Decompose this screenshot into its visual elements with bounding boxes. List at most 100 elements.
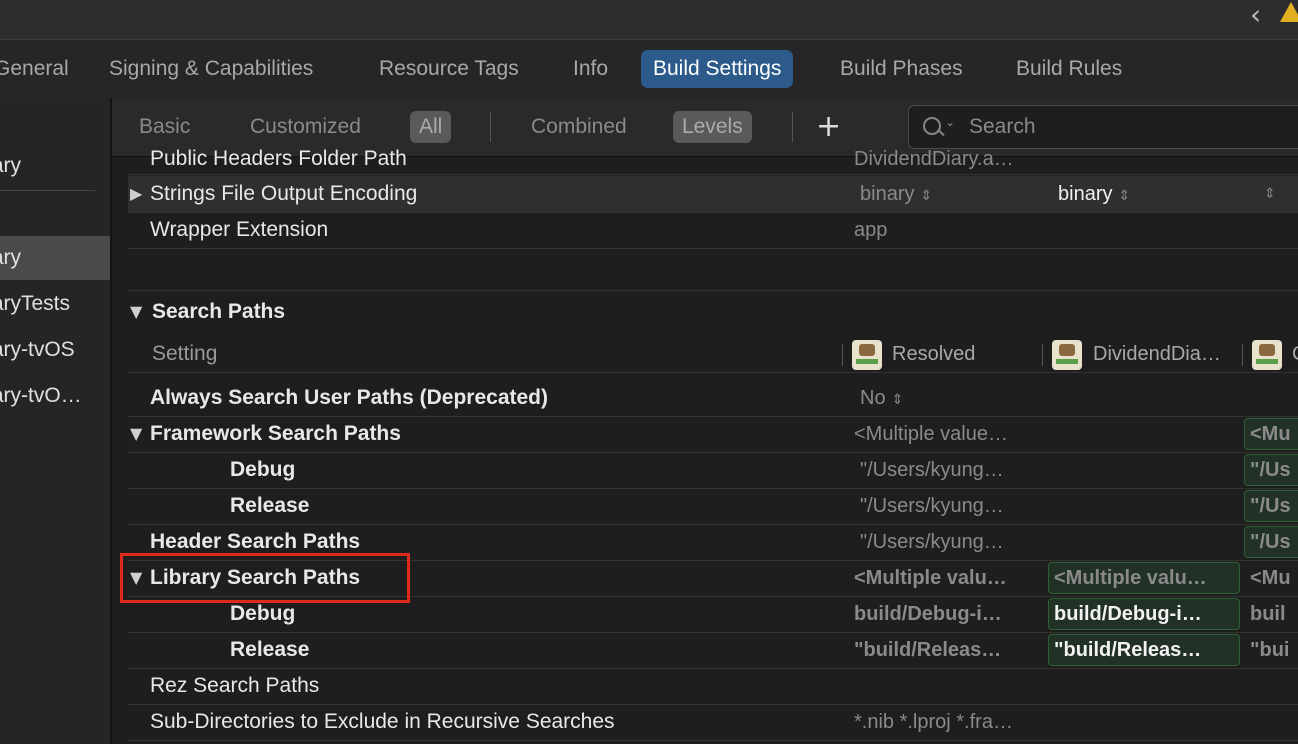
sidebar-item-label: Diary: [0, 246, 22, 269]
setting-value-resolved: <Multiple value…: [854, 423, 1008, 445]
setting-label: Release: [230, 494, 310, 517]
setting-value-project: "/Us: [1250, 531, 1291, 553]
setting-row-wrapper-extension[interactable]: Wrapper Extension app: [128, 212, 1298, 249]
target-value-box[interactable]: <Multiple valu…: [1048, 562, 1240, 594]
setting-row-subdirs-exclude[interactable]: Sub-Directories to Exclude in Recursive …: [128, 704, 1298, 741]
column-header-label: Resolved: [892, 343, 976, 365]
sidebar-item-target-app[interactable]: Diary: [0, 236, 110, 280]
toolbar: ‹: [0, 0, 1298, 40]
disclosure-triangle-down-icon[interactable]: ▼: [130, 294, 142, 330]
app-icon: [1052, 340, 1082, 370]
spacer-row: [128, 248, 1298, 291]
search-field[interactable]: ⌄: [908, 105, 1298, 149]
setting-row-always-search-user-paths[interactable]: Always Search User Paths (Deprecated) No…: [128, 380, 1298, 417]
project-value-box[interactable]: "/Us: [1244, 454, 1298, 486]
setting-row-strings-encoding[interactable]: ▶ Strings File Output Encoding binary ⇕ b…: [128, 176, 1298, 213]
setting-value-resolved: binary ⇕: [860, 176, 932, 214]
column-header-project[interactable]: C: [1252, 336, 1298, 372]
filter-combined[interactable]: Combined: [522, 111, 636, 143]
target-value-box[interactable]: build/Debug-i…: [1048, 598, 1240, 630]
filter-all[interactable]: All: [410, 111, 452, 143]
tab-build-phases[interactable]: Build Phases: [828, 50, 975, 88]
column-separator: [1042, 344, 1043, 366]
tab-build-rules[interactable]: Build Rules: [1004, 50, 1134, 88]
filter-customized[interactable]: Customized: [241, 111, 370, 143]
setting-label: Rez Search Paths: [150, 674, 320, 697]
setting-value-target: build/Debug-i…: [1054, 603, 1202, 625]
sidebar-item-label: Diary: [0, 154, 22, 177]
setting-row-library-release[interactable]: Release "build/Releas… "build/Releas… "b…: [128, 632, 1298, 669]
section-header-search-paths[interactable]: ▼ Search Paths: [128, 294, 1298, 330]
disclosure-triangle-right-icon[interactable]: ▶: [130, 176, 142, 212]
sidebar-item-target-tvos[interactable]: Diary-tvOS: [0, 328, 110, 372]
sidebar-item-label: DiaryTests: [0, 292, 71, 315]
filter-levels[interactable]: Levels: [673, 111, 752, 143]
column-header-target[interactable]: DividendDia…: [1052, 336, 1242, 372]
setting-value-project: buil: [1250, 603, 1286, 625]
filter-separator: [490, 112, 491, 142]
project-value-box[interactable]: "/Us: [1244, 526, 1298, 558]
warning-icon[interactable]: [1280, 2, 1298, 22]
add-setting-plus-icon[interactable]: +: [816, 112, 841, 142]
setting-label: Debug: [230, 458, 296, 481]
setting-value-project: <Mu: [1250, 423, 1291, 445]
column-header-row: Setting Resolved DividendDia… C: [128, 336, 1298, 373]
tab-general[interactable]: General: [0, 50, 81, 88]
project-value-box[interactable]: <Mu: [1244, 418, 1298, 450]
search-input[interactable]: [967, 106, 1298, 148]
highlight-annotation-box: [120, 553, 410, 603]
project-value-box[interactable]: "/Us: [1244, 490, 1298, 522]
search-icon: [923, 117, 941, 135]
setting-value-resolved: "/Users/kyung…: [860, 531, 1004, 553]
tab-signing-capabilities[interactable]: Signing & Capabilities: [97, 50, 325, 88]
setting-value-project: "bui: [1250, 639, 1290, 661]
setting-value-resolved: "/Users/kyung…: [860, 495, 1004, 517]
section-title: Search Paths: [152, 300, 286, 323]
setting-value-resolved: "build/Releas…: [854, 639, 1002, 661]
column-header-label: DividendDia…: [1093, 343, 1221, 365]
setting-label: Sub-Directories to Exclude in Recursive …: [150, 710, 615, 733]
setting-label: Release: [230, 638, 310, 661]
setting-label: Strings File Output Encoding: [150, 182, 418, 205]
updown-chevron-icon: ⇕: [920, 188, 933, 204]
sidebar-item-label: Diary-tvOS: [0, 338, 75, 361]
column-separator: [1242, 344, 1243, 366]
column-header-setting: Setting: [152, 342, 218, 365]
setting-row-rez-search-paths[interactable]: Rez Search Paths: [128, 668, 1298, 705]
setting-value-project: "/Us: [1250, 459, 1291, 481]
updown-chevron-icon[interactable]: ⇕: [1264, 176, 1276, 212]
setting-row-public-headers[interactable]: Public Headers Folder Path DividendDiary…: [128, 144, 1298, 175]
sidebar-item-project[interactable]: Diary: [0, 144, 110, 188]
search-options-chevron-icon[interactable]: ⌄: [945, 115, 955, 129]
tab-info[interactable]: Info: [561, 50, 620, 88]
setting-value-resolved: build/Debug-i…: [854, 603, 1002, 625]
disclosure-triangle-down-icon[interactable]: ▼: [130, 416, 142, 452]
sidebar-item-target-tvos-tests[interactable]: Diary-tvO…: [0, 374, 110, 418]
sidebar-divider: [0, 190, 95, 191]
setting-label: Framework Search Paths: [150, 422, 401, 445]
setting-value-target: "build/Releas…: [1054, 639, 1202, 661]
setting-value: No ⇕: [860, 380, 903, 418]
setting-value-target[interactable]: binary ⇕: [1058, 176, 1130, 214]
filter-basic[interactable]: Basic: [130, 111, 199, 143]
setting-value-project: "/Us: [1250, 495, 1291, 517]
setting-value-resolved: "/Users/kyung…: [860, 459, 1004, 481]
sidebar-item-target-tests[interactable]: DiaryTests: [0, 282, 110, 326]
tab-resource-tags[interactable]: Resource Tags: [367, 50, 531, 88]
setting-value-project: <Mu: [1250, 567, 1291, 589]
tab-build-settings[interactable]: Build Settings: [641, 50, 794, 88]
setting-value-resolved: <Multiple valu…: [854, 567, 1007, 589]
updown-chevron-icon: ⇕: [1118, 188, 1131, 204]
filter-separator: [792, 112, 793, 142]
setting-value-target: <Multiple valu…: [1054, 567, 1207, 589]
setting-row-framework-release[interactable]: Release "/Users/kyung… "/Us: [128, 488, 1298, 525]
column-separator: [842, 344, 843, 366]
target-value-box[interactable]: "build/Releas…: [1048, 634, 1240, 666]
setting-row-framework-debug[interactable]: Debug "/Users/kyung… "/Us: [128, 452, 1298, 489]
build-settings-editor: Basic Customized All Combined Levels + ⌄…: [112, 98, 1298, 744]
setting-row-framework-search-paths[interactable]: ▼ Framework Search Paths <Multiple value…: [128, 416, 1298, 453]
targets-sidebar: Diary Diary DiaryTests Diary-tvOS Diary-…: [0, 98, 112, 744]
value-text: No: [860, 387, 886, 409]
back-chevron-icon[interactable]: ‹: [1250, 0, 1261, 31]
setting-label: Public Headers Folder Path: [150, 147, 407, 170]
